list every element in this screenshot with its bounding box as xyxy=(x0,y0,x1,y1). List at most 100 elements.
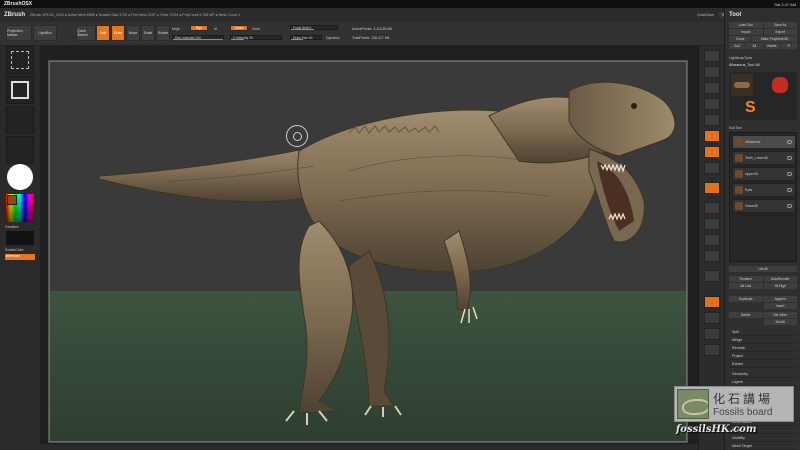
rotate-button[interactable]: Rotate xyxy=(156,25,170,41)
scroll-button[interactable] xyxy=(704,82,720,94)
stroke-selector[interactable] xyxy=(6,76,34,104)
alpha-selector[interactable] xyxy=(6,106,34,134)
del-all-button[interactable]: Del All xyxy=(763,319,797,325)
zsub-toggle[interactable]: Zsub xyxy=(252,27,260,31)
load-tool-button[interactable]: Load Tool xyxy=(729,22,763,28)
draw-size-slider[interactable]: Draw Size 64 xyxy=(290,35,322,40)
solo-button[interactable] xyxy=(704,328,720,340)
m-toggle[interactable]: M xyxy=(214,27,217,31)
geometry-menu[interactable]: Geometry xyxy=(729,370,797,378)
xpose-button[interactable] xyxy=(704,344,720,356)
all-high-button[interactable]: All High xyxy=(763,283,797,289)
secondary-color[interactable] xyxy=(6,231,34,245)
r-button[interactable]: R xyxy=(780,43,797,49)
del-other-button[interactable]: Del Other xyxy=(763,312,797,318)
left-shelf: Gradient SwitchColor Alternate xyxy=(0,46,40,450)
lightbox-tools-button[interactable]: Lightbox▸Tools xyxy=(729,56,752,60)
tool-thumbnails: S xyxy=(729,72,797,120)
document-viewport[interactable] xyxy=(48,60,688,443)
gradient-label[interactable]: Gradient xyxy=(5,225,18,229)
dynamic-toggle[interactable]: Dynamic xyxy=(326,36,340,40)
transp-button[interactable] xyxy=(704,296,720,308)
export-button[interactable]: Export xyxy=(763,29,797,35)
subtool-item[interactable]: Allosaurus xyxy=(732,135,796,149)
rgb-toggle[interactable]: Rgb xyxy=(190,25,208,31)
allosaurus-model[interactable] xyxy=(49,61,688,443)
eye-icon[interactable] xyxy=(787,156,792,160)
actual-button[interactable] xyxy=(704,114,720,126)
eye-icon[interactable] xyxy=(787,204,792,208)
make-polymesh-button[interactable]: Make PolyMesh3D xyxy=(752,36,797,42)
autoreorder-button[interactable]: AutoReorder xyxy=(763,276,797,282)
projection-master-button[interactable]: Projection Master xyxy=(6,25,32,41)
scale-view-button[interactable] xyxy=(704,234,720,246)
bpr-button[interactable] xyxy=(704,50,720,62)
subtool-item[interactable]: Eyes xyxy=(732,183,796,197)
alternate-button[interactable]: Alternate xyxy=(5,254,35,260)
edit-button[interactable]: Edit xyxy=(96,25,110,41)
zoom-button[interactable] xyxy=(704,98,720,110)
rgb-intensity-slider[interactable]: Rgb Intensity 100 xyxy=(172,35,224,40)
tool-thumb-polymesh[interactable] xyxy=(769,74,791,96)
frame-button[interactable] xyxy=(704,202,720,214)
all-low-button[interactable]: All Low xyxy=(729,283,763,289)
clone-button[interactable]: Clone xyxy=(729,36,752,42)
floor-button[interactable] xyxy=(704,146,720,158)
rename-button[interactable]: Rename xyxy=(729,276,763,282)
current-tool-name[interactable]: Allosaurus_Tool: 48 xyxy=(729,63,760,67)
subtool-item[interactable]: Claws48 xyxy=(732,199,796,213)
extract-menu[interactable]: Extract xyxy=(729,360,797,368)
eye-icon[interactable] xyxy=(787,188,792,192)
visibility-menu[interactable]: Visibility xyxy=(729,434,797,442)
switch-color-button[interactable]: SwitchColor xyxy=(5,248,24,252)
merge-menu[interactable]: Merge xyxy=(729,336,797,344)
subtool-item[interactable]: Upper48 xyxy=(732,167,796,181)
duplicate-button[interactable]: Duplicate xyxy=(729,296,763,302)
draw-button[interactable]: Draw xyxy=(111,25,125,41)
move-view-button[interactable] xyxy=(704,218,720,230)
eye-icon[interactable] xyxy=(787,140,792,144)
save-as-button[interactable]: Save As xyxy=(763,22,797,28)
scale-button[interactable]: Scale xyxy=(141,25,155,41)
visible-button[interactable]: Visible xyxy=(763,43,780,49)
list-all-button[interactable]: List All xyxy=(729,266,797,272)
remesh-menu[interactable]: Remesh xyxy=(729,344,797,352)
quicksave-button[interactable]: QuickSave xyxy=(697,13,714,17)
palette-title[interactable]: Tool xyxy=(729,12,741,18)
persp-button[interactable] xyxy=(704,130,720,142)
rotate-view-button[interactable] xyxy=(704,250,720,262)
xyz-button[interactable] xyxy=(704,182,720,194)
append-button[interactable]: Append xyxy=(763,296,797,302)
subtool-thumb xyxy=(735,202,743,210)
all-button[interactable]: All xyxy=(746,43,763,49)
focal-shift-slider[interactable]: Focal Shift 0 xyxy=(290,25,338,30)
goz-button[interactable]: GoZ xyxy=(729,43,746,49)
project-menu[interactable]: Project xyxy=(729,352,797,360)
local-button[interactable] xyxy=(704,162,720,174)
quick-sketch-button[interactable]: Quick Sketch xyxy=(76,25,96,41)
material-sphere-icon[interactable] xyxy=(7,164,33,190)
layers-menu[interactable]: Layers xyxy=(729,378,797,386)
eye-icon[interactable] xyxy=(787,172,792,176)
import-button[interactable]: Import xyxy=(729,29,763,35)
spix-button[interactable] xyxy=(704,66,720,78)
insert-button[interactable]: Insert xyxy=(763,303,797,309)
tool-thumb-allosaurus[interactable] xyxy=(731,74,753,96)
z-intensity-slider[interactable]: Z Intensity 25 xyxy=(230,35,282,40)
lightbox-button[interactable]: LightBox xyxy=(33,25,57,41)
move-button[interactable]: Move xyxy=(126,25,140,41)
texture-selector[interactable] xyxy=(6,136,34,164)
polyf-button[interactable] xyxy=(704,270,720,282)
app-name[interactable]: ZBrushOSX xyxy=(4,1,32,7)
subtool-header[interactable]: SubTool xyxy=(729,126,742,130)
mesh-target-menu[interactable]: Mesh Target xyxy=(729,442,797,450)
color-picker[interactable] xyxy=(6,194,34,222)
subtool-item[interactable]: Teeth_Lower48 xyxy=(732,151,796,165)
ghost-button[interactable] xyxy=(704,312,720,324)
tool-thumb-simplebrush[interactable]: S xyxy=(741,97,763,119)
zadd-toggle[interactable]: Zadd xyxy=(230,25,248,31)
mrgb-toggle[interactable]: Mrgb xyxy=(172,27,180,31)
split-menu[interactable]: Split xyxy=(729,328,797,336)
delete-button[interactable]: Delete xyxy=(729,312,763,318)
brush-selector[interactable] xyxy=(6,46,34,74)
